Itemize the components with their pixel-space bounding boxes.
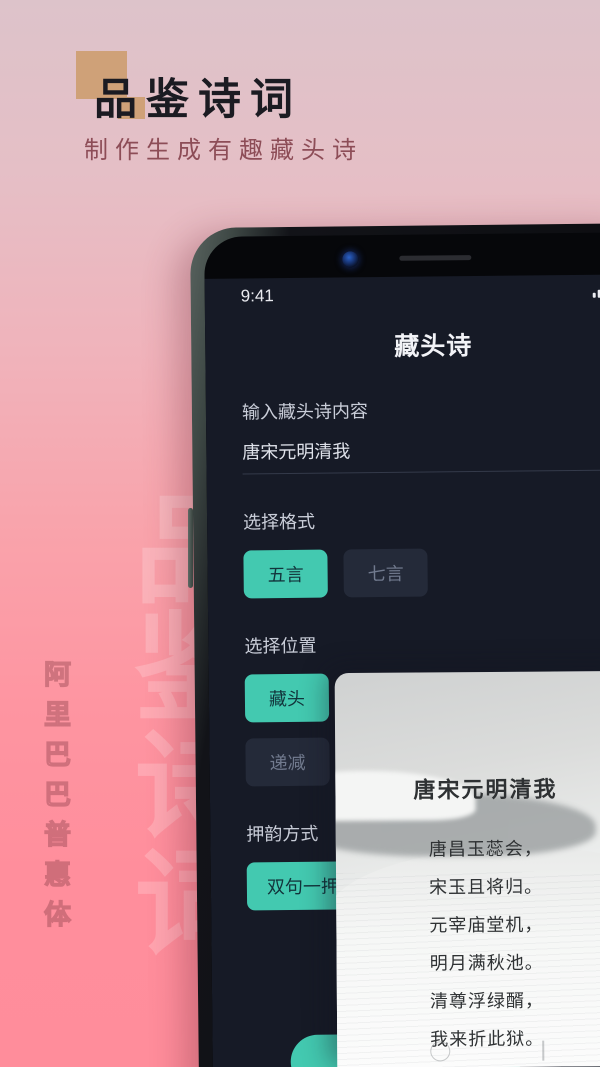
poem-card-title: 唐宋元明清我 <box>413 776 558 803</box>
card-action-line-icon[interactable] <box>542 1040 545 1061</box>
position-chip-cangtou[interactable]: 藏头 <box>244 673 330 723</box>
format-label: 选择格式 <box>242 511 316 533</box>
format-chip-qiyan[interactable]: 七言 <box>343 548 428 598</box>
poem-line: 唐昌玉蕊会， <box>428 838 543 860</box>
status-icons <box>592 283 600 298</box>
poem-card-lines: 唐昌玉蕊会， 宋玉且将归。 元宰庙堂机， 明月满秋池。 清尊浮绿醑， 我来折此狱… <box>336 829 600 1059</box>
page-title: 品鉴诗词 <box>94 76 302 124</box>
poem-input[interactable]: 唐宋元明清我 <box>242 434 600 475</box>
poem-line: 元宰庙堂机， <box>429 914 544 936</box>
status-clock: 9:41 <box>240 286 274 306</box>
signal-bars-icon <box>592 284 600 298</box>
page-subtitle: 制作生成有趣藏头诗 <box>84 137 363 164</box>
earpiece-speaker <box>399 255 472 261</box>
front-camera-icon <box>342 251 359 268</box>
format-section: 选择格式 五言 七言 <box>207 504 600 599</box>
input-label: 输入藏头诗内容 <box>241 401 369 423</box>
format-chip-row: 五言 七言 <box>243 546 600 599</box>
volume-button[interactable] <box>188 508 193 588</box>
poem-line: 宋玉且将归。 <box>429 876 544 898</box>
vertical-brand-text: 阿里巴巴普惠体 <box>39 659 70 940</box>
card-action-circle-icon[interactable] <box>430 1041 451 1062</box>
format-chip-wuyan[interactable]: 五言 <box>243 549 328 599</box>
poem-card-actions <box>337 1040 600 1062</box>
position-chip-dijian[interactable]: 递减 <box>245 737 330 787</box>
position-label: 选择位置 <box>244 635 317 657</box>
poem-line: 清尊浮绿醑， <box>429 990 544 1012</box>
status-bar: 9:41 <box>205 274 600 315</box>
poem-result-card[interactable]: 唐宋元明清我 唐昌玉蕊会， 宋玉且将归。 元宰庙堂机， 明月满秋池。 清尊浮绿醑… <box>334 670 600 1067</box>
input-section: 输入藏头诗内容 唐宋元明清我 <box>206 394 600 475</box>
poem-line: 明月满秋池。 <box>429 952 544 974</box>
app-title: 藏头诗 <box>394 332 473 361</box>
